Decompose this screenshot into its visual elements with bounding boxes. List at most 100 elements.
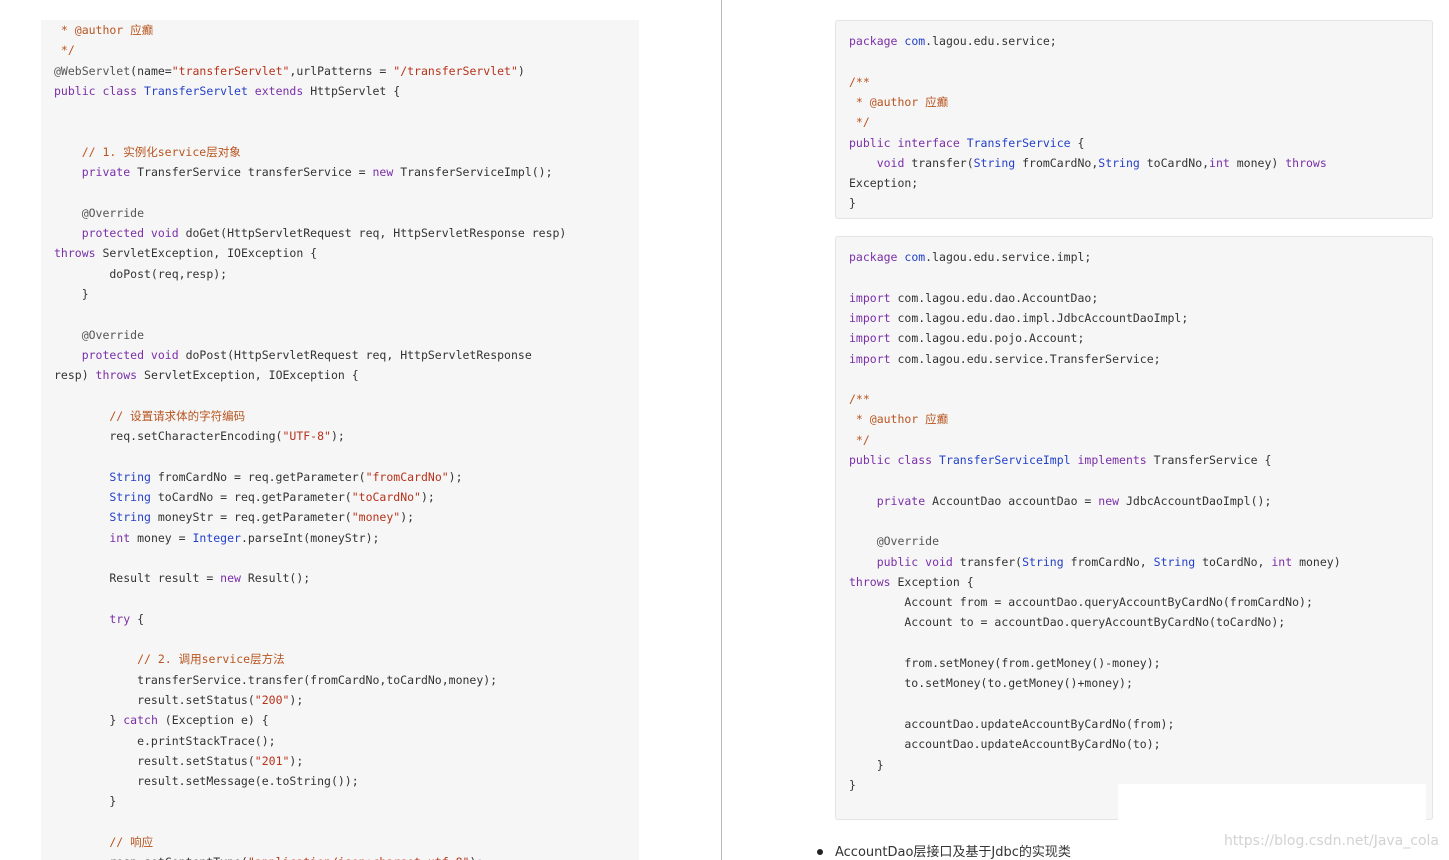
- code-line: * @author 应癫: [54, 20, 153, 40]
- code-line: import com.lagou.edu.dao.AccountDao;: [849, 288, 1098, 308]
- code-token: protected void: [54, 347, 186, 362]
- code-token: * @author 应癫: [54, 23, 154, 37]
- code-token: @Override: [54, 205, 145, 220]
- code-token: Exception;: [849, 176, 919, 191]
- code-token: throws: [95, 368, 145, 383]
- code-line: */: [849, 430, 870, 450]
- code-token: ServletException, IOException {: [102, 246, 318, 261]
- code-token: result.setMessage(e.toString());: [54, 774, 359, 789]
- code-token: */: [54, 43, 75, 58]
- code-token: {: [1077, 135, 1085, 150]
- code-line: // 响应: [54, 832, 153, 852]
- code-token: String: [1153, 554, 1203, 569]
- code-line: from.setMoney(from.getMoney()-money);: [849, 653, 1160, 673]
- code-token: /**: [849, 392, 870, 407]
- code-token: * @author 应癫: [849, 94, 949, 109]
- code-line: @Override: [54, 203, 144, 223]
- code-token: */: [849, 115, 870, 130]
- code-token: );: [448, 469, 463, 484]
- code-token: int: [1271, 554, 1300, 569]
- code-token: ,urlPatterns =: [289, 63, 394, 78]
- code-token: String: [54, 510, 158, 525]
- code-token: doPost(HttpServletRequest req, HttpServl…: [185, 347, 532, 362]
- code-line: e.printStackTrace();: [54, 731, 275, 751]
- code-token: );: [420, 489, 435, 504]
- code-token: {: [137, 611, 145, 626]
- code-line: to.setMoney(to.getMoney()+money);: [849, 673, 1133, 693]
- code-line: transferService.transfer(fromCardNo,toCa…: [54, 670, 497, 690]
- code-token: try: [54, 611, 138, 626]
- code-token: moneyStr = req.getParameter(: [157, 510, 352, 525]
- code-token: toCardNo,: [1202, 554, 1272, 569]
- code-line: String fromCardNo = req.getParameter("fr…: [54, 467, 463, 487]
- code-line: * @author 应癫: [849, 92, 948, 112]
- code-line: /**: [849, 389, 870, 409]
- code-token: result.setStatus(: [54, 692, 255, 707]
- code-token: com.lagou.edu.dao.impl.JdbcAccountDaoImp…: [897, 310, 1189, 325]
- code-line: * @author 应癫: [849, 409, 948, 429]
- code-token: @WebServlet: [54, 63, 131, 78]
- code-token: }: [54, 794, 117, 809]
- code-token: AccountDao accountDao =: [932, 493, 1099, 508]
- code-token: }: [849, 196, 856, 211]
- bullet-dot-icon: [817, 848, 823, 855]
- code-token: private: [54, 165, 138, 180]
- code-line: package com.lagou.edu.service;: [849, 31, 1057, 51]
- code-token: TransferServiceImpl: [939, 453, 1078, 467]
- code-token: );: [400, 510, 415, 525]
- code-token: String: [1098, 155, 1147, 170]
- code-token: com.lagou.edu.dao.AccountDao;: [897, 290, 1099, 305]
- code-token: }: [849, 757, 884, 772]
- code-token: "201": [254, 753, 290, 768]
- code-line: private AccountDao accountDao = new Jdbc…: [849, 491, 1272, 511]
- code-line: protected void doGet(HttpServletRequest …: [54, 223, 567, 243]
- code-token: }: [54, 286, 89, 301]
- code-token: package: [849, 34, 905, 48]
- code-token: "toCardNo": [351, 489, 421, 504]
- code-token: money): [1236, 155, 1286, 170]
- code-token: import: [849, 290, 898, 305]
- code-token: transferService.transfer(fromCardNo,toCa…: [54, 672, 498, 687]
- code-line: Exception;: [849, 173, 918, 193]
- code-token: accountDao.updateAccountByCardNo(from);: [849, 716, 1175, 731]
- code-token: fromCardNo,: [1022, 155, 1099, 170]
- bullet-text: AccountDao层接口及基于Jdbc的实现类: [835, 845, 1071, 860]
- code-line: }: [54, 791, 116, 811]
- code-token: String: [54, 489, 158, 504]
- code-token: transfer(: [911, 155, 974, 170]
- code-token: }: [849, 777, 856, 792]
- code-line: protected void doPost(HttpServletRequest…: [54, 345, 532, 365]
- code-line: @WebServlet(name="transferServlet",urlPa…: [54, 61, 525, 81]
- code-token: (Exception e) {: [164, 713, 269, 728]
- code-line: */: [849, 112, 870, 132]
- code-line: Account from = accountDao.queryAccountBy…: [849, 592, 1313, 612]
- code-token: void: [849, 155, 912, 170]
- code-token: money =: [137, 530, 193, 545]
- code-token: );: [330, 429, 345, 443]
- code-token: money): [1299, 554, 1341, 569]
- code-line: int money = Integer.parseInt(moneyStr);: [54, 528, 379, 548]
- code-token: public class: [849, 453, 940, 467]
- code-line: try {: [54, 609, 144, 629]
- code-token: Integer: [192, 530, 241, 545]
- code-token: throws: [849, 574, 898, 589]
- code-line: String moneyStr = req.getParameter("mone…: [54, 507, 414, 527]
- code-token: .parseInt(moneyStr);: [240, 530, 380, 545]
- page-divider: [721, 0, 722, 860]
- code-line: throws Exception {: [849, 572, 974, 592]
- code-token: package: [849, 250, 905, 264]
- code-line: // 2. 调用service层方法: [54, 649, 285, 669]
- code-token: doPost(req,resp);: [54, 266, 228, 281]
- code-line: /**: [849, 72, 870, 92]
- code-line: resp.setContentType("application/json;ch…: [54, 852, 483, 860]
- code-token: String: [1022, 554, 1071, 569]
- code-token: public interface: [849, 135, 967, 150]
- code-token: resp): [54, 368, 96, 383]
- code-token: Account to = accountDao.queryAccountByCa…: [849, 615, 1286, 630]
- code-token: (name=: [130, 63, 172, 78]
- code-token: int: [1209, 155, 1237, 170]
- code-token: ): [517, 63, 525, 78]
- code-line: private TransferService transferService …: [54, 162, 553, 182]
- code-line: } catch (Exception e) {: [54, 710, 269, 730]
- code-token: }: [54, 713, 124, 728]
